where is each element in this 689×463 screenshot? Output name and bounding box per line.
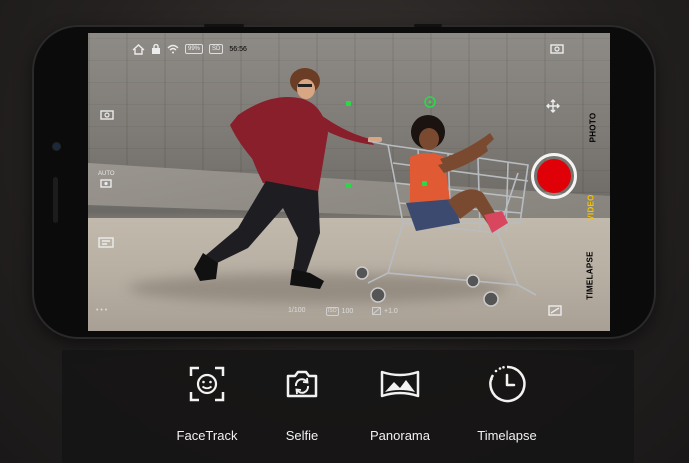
gallery-icon[interactable] [550,43,564,54]
mode-photo[interactable]: PHOTO [588,113,597,143]
iso-setting[interactable]: ISO 100 [326,307,353,316]
iso-tag: ISO [326,307,339,316]
shutter-value: 1/100 [288,307,306,314]
feature-selfie-label: Selfie [285,428,319,443]
panorama-icon [380,370,420,398]
ev-value: +1.0 [384,307,398,315]
feature-panorama-label: Panorama [370,428,430,443]
speaker-grille [53,177,58,223]
timelapse-icon [489,365,526,403]
phone-frame: 99% SD 56:56 AUTO PHOTO VIDEO TIMELAPSE … [34,24,654,337]
camera-switch-icon[interactable] [100,109,114,120]
man-figure [194,68,382,289]
volume-button [204,24,244,27]
focus-marker [346,101,351,106]
storage-indicator: SD [209,44,224,54]
aspect-ratio-icon[interactable] [548,305,562,316]
wifi-icon [167,44,179,54]
shutter-speed[interactable]: 1/100 [288,307,306,314]
face-track-target-icon [424,96,436,108]
move-icon[interactable] [546,99,560,113]
battery-indicator: 99% [185,44,204,54]
feature-timelapse-label: Timelapse [477,428,537,443]
record-button[interactable] [531,153,577,199]
woman-figure [406,115,508,233]
iso-value: 100 [341,308,354,315]
feature-facetrack-label: FaceTrack [176,428,238,443]
page: 99% SD 56:56 AUTO PHOTO VIDEO TIMELAPSE … [0,0,689,463]
power-button [414,24,442,27]
focus-marker [346,183,351,188]
feature-panel: FaceTrack Selfie Panorama Timelapse [62,350,634,463]
settings-grid-icon[interactable] [98,237,114,248]
auto-mode-icon[interactable] [100,178,112,188]
front-camera [53,143,60,150]
exposure-setting[interactable]: +1.0 [372,307,398,315]
auto-label: AUTO [98,171,115,177]
recording-time: 56:56 [229,45,247,53]
focus-marker [422,181,427,186]
record-dot [537,159,571,193]
mode-timelapse[interactable]: TIMELAPSE [586,251,595,299]
home-icon[interactable] [132,43,145,55]
selfie-camera-icon [286,370,318,398]
lock-icon [152,44,160,54]
more-dots[interactable]: • • • [96,307,107,314]
camera-viewfinder[interactable]: 99% SD 56:56 AUTO PHOTO VIDEO TIMELAPSE … [88,33,610,331]
exposure-icon [372,307,381,315]
face-track-icon [189,366,225,402]
status-bar: 99% SD 56:56 [132,43,247,55]
mode-video[interactable]: VIDEO [587,194,596,220]
